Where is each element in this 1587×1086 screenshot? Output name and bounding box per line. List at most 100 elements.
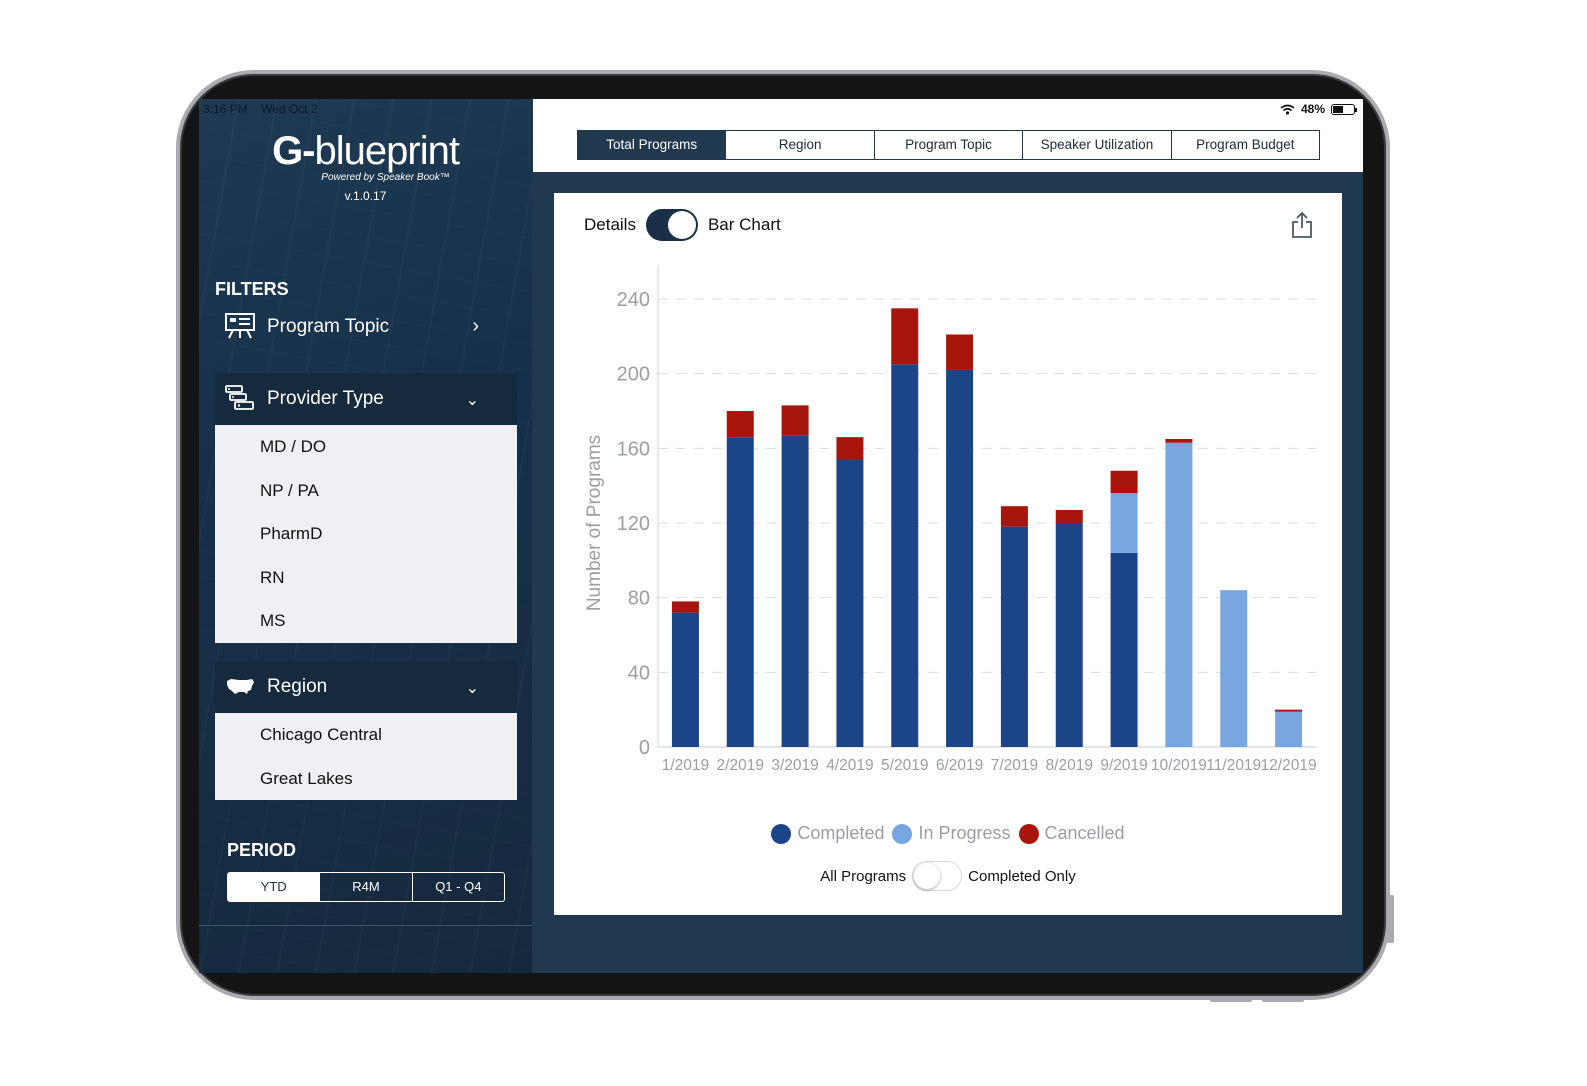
switch-knob [667,211,696,239]
region-options: Chicago Central Great Lakes [215,713,517,801]
status-bar-left: 3:16 PM Wed Oct 2 [203,102,328,116]
logo-light: blueprint [314,129,460,173]
app-version: v.1.0.17 [344,189,387,203]
status-date: Wed Oct 2 [261,102,318,116]
legend-item-in-progress[interactable]: In Progress [892,823,1011,844]
x-tick-label: 2/2019 [717,757,764,774]
filter-program-topic[interactable]: Program Topic › [215,301,517,353]
status-time: 3:16 PM [203,102,248,116]
bar-cancelled [1000,506,1028,527]
chevron-right-icon: › [472,315,479,337]
bar-cancelled [1110,470,1138,494]
bar-completed [836,459,864,747]
filter-provider-type[interactable]: Provider Type ⌄ [215,373,517,425]
x-tick-label: 9/2019 [1100,757,1147,774]
chart-legend: Completed In Progress Cancelled [554,823,1342,844]
bar-completed [671,612,699,747]
tab-program-topic[interactable]: Program Topic [873,131,1022,159]
provider-option[interactable]: MD / DO [215,425,517,469]
bar-cancelled [1275,709,1303,712]
bar-completed [1055,523,1083,747]
legend-item-completed[interactable]: Completed [771,823,884,844]
view-toggle-row: Details Bar Chart [584,209,781,241]
x-tick-label: 4/2019 [826,757,873,774]
provider-option[interactable]: MS [215,599,517,643]
divider [199,925,532,926]
y-tick-label: 240 [617,289,650,311]
server-list-icon [225,385,254,410]
bar-cancelled [781,405,809,436]
status-bar-right: 48% [1280,102,1357,116]
chevron-down-icon: ⌄ [465,392,479,409]
legend-item-cancelled[interactable]: Cancelled [1018,823,1125,844]
screen: 3:16 PM Wed Oct 2 G-blueprint Powered by… [199,99,1363,973]
x-tick-label: 6/2019 [936,757,983,774]
battery-icon [1331,103,1357,115]
bar-cancelled [726,411,754,438]
filter-label: Provider Type [267,388,384,409]
x-tick-label: 8/2019 [1046,757,1093,774]
logo-bold: G- [272,129,315,173]
provider-option[interactable]: PharmD [215,512,517,556]
tab-total-programs[interactable]: Total Programs [578,131,726,159]
view-toggle-switch[interactable] [645,209,698,241]
bar-completed [726,437,754,747]
y-tick-label: 80 [628,588,650,610]
bar-cancelled [1165,439,1193,443]
y-tick-label: 0 [639,737,650,759]
main-panel: 48% Total Programs Region Program Topic … [533,99,1363,973]
usa-map-icon [227,679,254,694]
y-tick-label: 160 [617,438,650,460]
toggle-label-all-programs: All Programs [820,867,907,885]
side-button [1386,895,1394,943]
period-option-ytd[interactable]: YTD [228,873,320,901]
app-logo: G-blueprint Powered by Speaker Book™ v.1… [199,129,532,203]
bar-completed [781,435,809,747]
filter-label: Region [267,676,328,697]
top-button [1210,996,1252,1002]
x-tick-label: 3/2019 [771,757,818,774]
region-option[interactable]: Chicago Central [215,713,517,757]
region-option[interactable]: Great Lakes [215,757,517,801]
y-axis-label: Number of Programs [584,435,605,611]
tab-region[interactable]: Region [725,131,873,159]
filter-label: Program Topic [267,316,390,337]
battery-fill [1333,105,1343,113]
tab-program-budget[interactable]: Program Budget [1170,131,1319,159]
logo-tagline: Powered by Speaker Book™ [321,172,450,183]
provider-type-options: MD / DO NP / PA PharmD RN MS [215,425,517,643]
bar-in-progress [1220,590,1248,747]
bar-cancelled [1055,509,1083,523]
share-icon[interactable] [1290,211,1314,239]
tab-speaker-utilization[interactable]: Speaker Utilization [1022,131,1170,159]
battery-percent: 48% [1300,102,1325,116]
provider-option[interactable]: RN [215,556,517,600]
filter-region[interactable]: Region ⌄ [215,661,517,713]
bar-in-progress [1275,711,1303,747]
x-tick-label: 11/2019 [1206,757,1261,774]
toggle-label-details: Details [584,215,636,234]
x-tick-label: 12/2019 [1261,757,1317,774]
completed-only-switch[interactable] [912,861,963,891]
toggle-label-bar-chart: Bar Chart [707,215,781,234]
bar-in-progress [1165,442,1193,747]
legend-label: Cancelled [1044,823,1125,843]
provider-option[interactable]: NP / PA [215,469,517,513]
logo-wordmark: G-blueprint [199,129,532,174]
filters-title: FILTERS [215,279,289,299]
x-tick-label: 7/2019 [991,757,1038,774]
toggle-label-completed-only: Completed Only [968,867,1076,885]
y-tick-label: 40 [628,662,650,684]
legend-dot [1018,823,1039,844]
program-filter-toggle-row: All Programs Completed Only [554,861,1342,891]
chevron-down-icon: ⌄ [465,680,479,697]
period-segmented-control: YTD R4M Q1 - Q4 [227,872,505,902]
x-tick-label: 1/2019 [662,757,709,774]
period-option-quarters[interactable]: Q1 - Q4 [411,873,504,901]
period-option-r4m[interactable]: R4M [319,873,411,901]
legend-dot [771,823,792,844]
x-tick-label: 10/2019 [1151,757,1207,774]
chart-card: Details Bar Chart 0 40 80 120 160 200 240 Numbe… [554,193,1342,915]
bar-chart: 0 40 80 120 160 200 240 Number of Programs 1/201… [584,265,1317,774]
legend-dot [892,823,913,844]
